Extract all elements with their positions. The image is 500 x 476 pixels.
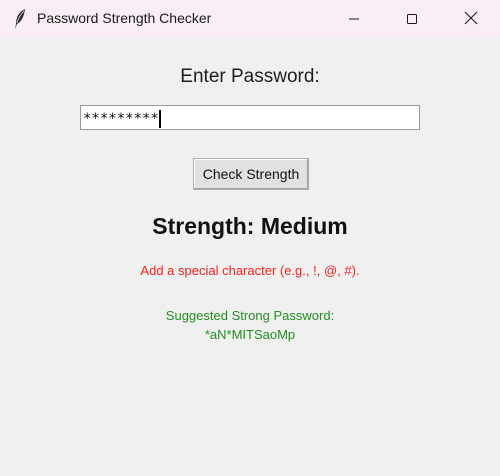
text-caret (158, 110, 161, 128)
password-prompt-label: Enter Password: (180, 66, 320, 87)
password-masked-value: ********* (83, 111, 159, 127)
strength-result: Strength: Medium (152, 213, 348, 239)
maximize-button[interactable] (383, 0, 441, 38)
password-input[interactable]: ********* (80, 105, 420, 130)
feather-icon (12, 8, 28, 30)
maximize-icon (406, 10, 418, 29)
minimize-button[interactable] (325, 0, 383, 38)
close-button[interactable] (442, 0, 500, 38)
strength-hint: Add a special character (e.g., !, @, #). (140, 263, 360, 278)
suggested-password-label: Suggested Strong Password: (165, 308, 335, 323)
close-icon (464, 10, 478, 29)
app-window: Password Strength Checker Enter Password… (0, 0, 500, 476)
window-title: Password Strength Checker (37, 10, 212, 26)
suggested-password-value: *aN*MITSaoMp (204, 327, 296, 342)
check-strength-button[interactable]: Check Strength (193, 158, 309, 190)
title-bar[interactable]: Password Strength Checker (0, 0, 500, 38)
minimize-icon (348, 10, 360, 29)
